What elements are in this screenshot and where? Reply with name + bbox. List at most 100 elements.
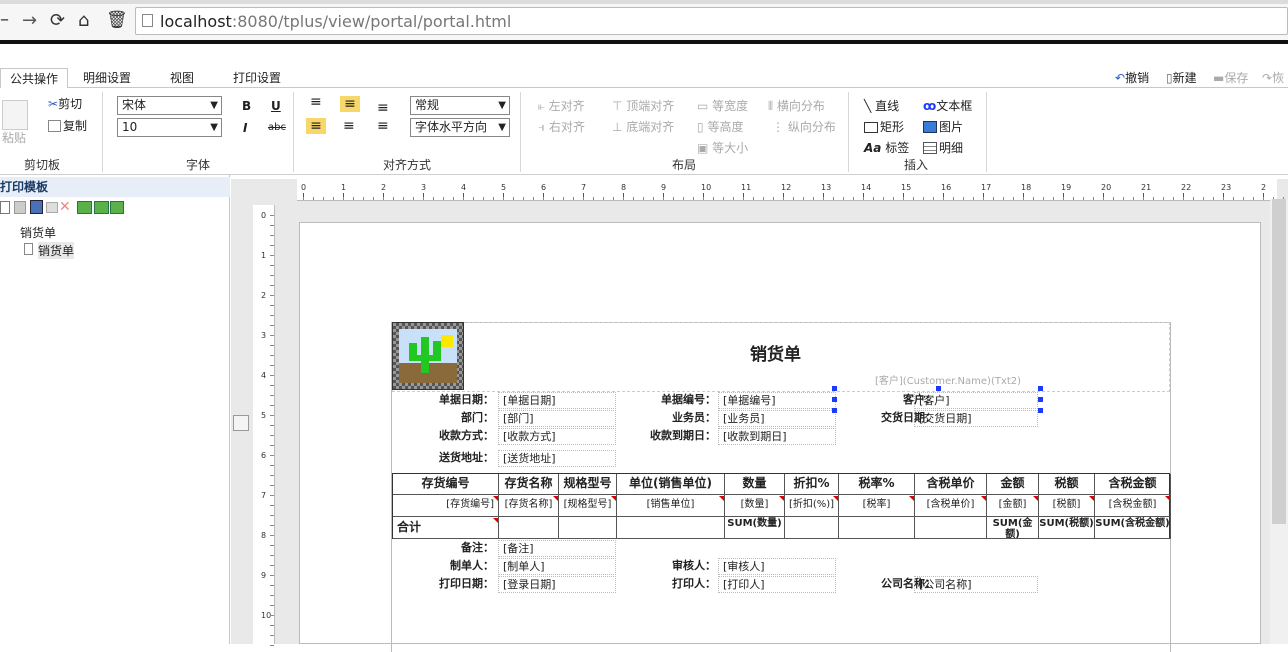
total-cell[interactable] [499, 517, 559, 539]
field-value[interactable]: [客户] [914, 392, 1038, 409]
home-icon[interactable]: ⌂ [78, 10, 89, 31]
detail-cell[interactable]: [金额] [987, 495, 1039, 517]
bold-button[interactable]: B [242, 98, 251, 114]
column-header[interactable]: 数量 [725, 474, 785, 495]
tab-detail-settings[interactable]: 明细设置 [74, 68, 140, 88]
align-right-icon[interactable]: ≡ [377, 118, 389, 134]
tab-view[interactable]: 视图 [160, 68, 204, 88]
column-header[interactable]: 存货编号 [393, 474, 499, 495]
italic-button[interactable]: I [243, 120, 247, 136]
collapse-panel-icon[interactable] [233, 415, 249, 431]
field-value[interactable]: [审核人] [718, 558, 836, 575]
insert-line-button[interactable]: ╲ 直线 [864, 98, 899, 114]
column-header[interactable]: 税率% [839, 474, 915, 495]
detail-cell[interactable]: [规格型号] [559, 495, 617, 517]
insert-textbox-button[interactable]: ꝏ文本框 [923, 98, 972, 114]
align-center-icon[interactable]: ≡ [343, 118, 355, 134]
insert-detail-button[interactable]: 明细 [923, 140, 963, 156]
recover-button[interactable]: ↷恢 [1262, 69, 1284, 87]
total-cell[interactable] [915, 517, 987, 539]
reload-icon[interactable]: ⟳ [50, 10, 65, 31]
align-bottom-button[interactable]: ⊥ 底端对齐 [612, 119, 674, 135]
strikethrough-button[interactable]: abc [268, 120, 286, 136]
import-icon[interactable] [77, 201, 92, 214]
trash-icon[interactable]: 🗑 [106, 10, 128, 30]
detail-cell[interactable]: [税额] [1039, 495, 1095, 517]
text-direction-select[interactable]: 字体水平方向 ▼ [410, 118, 510, 137]
total-cell[interactable]: SUM(含税金额) [1095, 517, 1171, 539]
field-value[interactable]: [制单人] [498, 558, 616, 575]
field-value[interactable]: [打印人] [718, 576, 836, 593]
tab-print-settings[interactable]: 打印设置 [226, 68, 288, 88]
copy-button[interactable]: 复制 [48, 118, 87, 134]
scrollbar-thumb[interactable] [1272, 199, 1286, 524]
text-style-select[interactable]: 常规 ▼ [410, 96, 510, 115]
align-bottom-icon[interactable]: ≡ [377, 100, 389, 116]
field-value[interactable]: [业务员] [718, 410, 836, 427]
resize-handle[interactable] [832, 397, 837, 402]
report-title[interactable]: 销货单 [750, 344, 801, 366]
total-cell[interactable] [559, 517, 617, 539]
paste-button[interactable]: 粘贴 [2, 130, 26, 146]
detail-cell[interactable]: [销售单位] [617, 495, 725, 517]
back-icon[interactable]: – [0, 9, 9, 30]
vertical-scrollbar[interactable] [1270, 199, 1288, 644]
detail-cell[interactable]: [折扣(%)] [785, 495, 839, 517]
font-family-select[interactable]: 宋体 ▼ [117, 96, 222, 115]
align-top-button[interactable]: ⊤ 顶端对齐 [612, 98, 674, 114]
logo-image[interactable] [392, 322, 464, 390]
field-value[interactable]: [收款方式] [498, 428, 616, 445]
undo-button[interactable]: ↶撤销 [1115, 69, 1149, 87]
field-value[interactable]: [收款到期日] [718, 428, 836, 445]
underline-button[interactable]: U [271, 98, 281, 114]
delete-icon[interactable]: ✕ [59, 199, 71, 215]
field-value[interactable]: [备注] [498, 540, 616, 557]
total-cell[interactable] [785, 517, 839, 539]
insert-rect-button[interactable]: 矩形 [864, 119, 904, 135]
field-value[interactable]: [登录日期] [498, 576, 616, 593]
field-value[interactable]: [单据编号] [718, 392, 836, 409]
resize-handle[interactable] [1038, 386, 1043, 391]
field-value[interactable]: [单据日期] [498, 392, 616, 409]
customer-placeholder[interactable]: [客户](Customer.Name)(Txt2) [875, 375, 1021, 389]
column-header[interactable]: 规格型号 [559, 474, 617, 495]
insert-image-button[interactable]: 图片 [923, 119, 963, 135]
total-cell[interactable]: SUM(税额) [1039, 517, 1095, 539]
forward-icon[interactable]: → [22, 10, 37, 31]
same-size-button[interactable]: ▣ 等大小 [697, 140, 748, 156]
same-height-button[interactable]: ▯ 等高度 [697, 119, 743, 135]
column-header[interactable]: 含税金额 [1095, 474, 1171, 495]
total-cell[interactable] [839, 517, 915, 539]
total-cell[interactable] [617, 517, 725, 539]
align-top-icon[interactable]: ≡ [310, 94, 322, 110]
horizontal-distribute-button[interactable]: ⫴ 横向分布 [768, 98, 825, 114]
address-bar[interactable]: localhost:8080/tplus/view/portal/portal.… [135, 7, 1288, 35]
resize-handle[interactable] [1038, 397, 1043, 402]
font-size-select[interactable]: 10 ▼ [117, 118, 222, 137]
detail-cell[interactable]: [存货编号] [393, 495, 499, 517]
column-header[interactable]: 含税单价 [915, 474, 987, 495]
detail-cell[interactable]: [含税金额] [1095, 495, 1171, 517]
field-value[interactable]: [交货日期] [914, 410, 1038, 427]
resize-handle[interactable] [1038, 408, 1043, 413]
tree-root[interactable]: 销货单 [20, 224, 56, 241]
total-cell[interactable]: SUM(金额) [987, 517, 1039, 539]
export-icon[interactable] [94, 201, 109, 214]
new-file-icon[interactable] [0, 201, 10, 214]
save-button[interactable]: ▬保存 [1213, 69, 1248, 87]
paste-icon[interactable] [2, 100, 28, 130]
new-button[interactable]: ▯新建 [1166, 69, 1197, 87]
edit-icon[interactable] [46, 202, 58, 213]
field-value[interactable]: [公司名称] [914, 576, 1038, 593]
apply-icon[interactable] [110, 201, 124, 214]
resize-handle[interactable] [832, 408, 837, 413]
align-middle-icon[interactable]: ≡ [340, 96, 360, 112]
column-header[interactable]: 金额 [987, 474, 1039, 495]
column-header[interactable]: 税额 [1039, 474, 1095, 495]
preview-icon[interactable] [30, 200, 43, 214]
same-width-button[interactable]: ▭ 等宽度 [697, 98, 748, 114]
tab-common[interactable]: 公共操作 [0, 68, 68, 88]
detail-cell[interactable]: [数量] [725, 495, 785, 517]
align-right-button[interactable]: ⫣ 右对齐 [538, 119, 585, 135]
cut-button[interactable]: ✂剪切 [48, 96, 82, 112]
